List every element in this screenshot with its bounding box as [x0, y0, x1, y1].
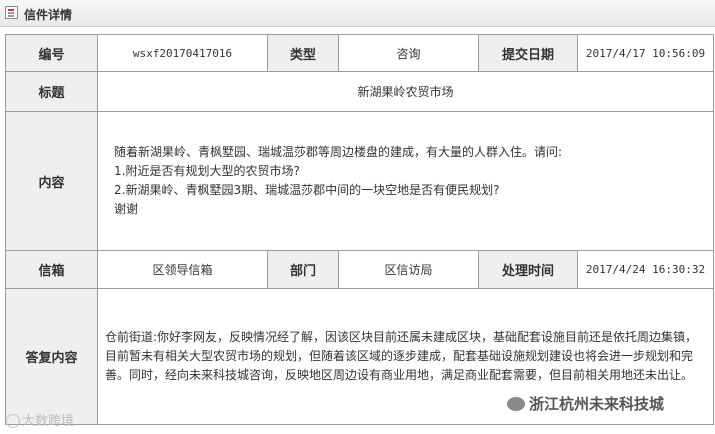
department-value: 区信访局 [338, 250, 479, 289]
table-row: 内容 随着新湖果岭、青枫墅园、瑞城温莎郡等周边楼盘的建成，有大量的人群入住。请问… [5, 111, 714, 251]
watermark-left: 大数跨境 [6, 410, 74, 429]
content-line: 随着新湖果岭、青枫墅园、瑞城温莎郡等周边楼盘的建成，有大量的人群入住。请问: [114, 145, 563, 159]
reply-label: 答复内容 [5, 288, 98, 425]
title-value: 新湖果岭农贸市场 [97, 71, 714, 112]
content-cell: 随着新湖果岭、青枫墅园、瑞城温莎郡等周边楼盘的建成，有大量的人群入住。请问: 1… [97, 111, 714, 251]
document-icon [5, 6, 18, 19]
watermark-right: 浙江杭州未来科技城 [507, 393, 664, 414]
content-line: 2.新湖果岭、青枫墅园3期、瑞城温莎郡中间的一块空地是否有便民规划? [114, 183, 500, 197]
table-row: 编号 wsxf20170417016 类型 咨询 提交日期 2017/4/17 … [5, 34, 714, 72]
watermark-left-text: 大数跨境 [22, 414, 75, 429]
handled-time-value: 2017/4/24 16:30:32 [577, 250, 714, 289]
letter-detail-table: 编号 wsxf20170417016 类型 咨询 提交日期 2017/4/17 … [5, 34, 714, 425]
id-value: wsxf20170417016 [97, 34, 268, 72]
mailbox-label: 信箱 [5, 250, 98, 289]
submit-date-label: 提交日期 [478, 34, 578, 72]
table-row: 信箱 区领导信箱 部门 区信访局 处理时间 2017/4/24 16:30:32 [5, 250, 714, 289]
panel-header: 信件详情 [0, 0, 715, 27]
content-label: 内容 [5, 111, 98, 251]
content-body: 随着新湖果岭、青枫墅园、瑞城温莎郡等周边楼盘的建成，有大量的人群入住。请问: 1… [98, 143, 713, 219]
handled-time-label: 处理时间 [478, 250, 578, 289]
submit-date-value: 2017/4/17 10:56:09 [577, 34, 714, 72]
type-label: 类型 [267, 34, 339, 72]
mailbox-value: 区领导信箱 [97, 250, 268, 289]
content-line: 谢谢 [114, 202, 139, 216]
department-label: 部门 [267, 250, 339, 289]
panel-title: 信件详情 [24, 8, 73, 22]
title-label: 标题 [5, 71, 98, 112]
watermark-right-text: 浙江杭州未来科技城 [529, 395, 665, 413]
table-row: 标题 新湖果岭农贸市场 [5, 71, 714, 112]
watermark-logo-icon [6, 414, 20, 428]
content-line: 1.附近是否有规划大型的农贸市场? [114, 164, 300, 178]
reply-body: 仓前街道:你好李网友，反映情况经了解，因该区块目前还属未建成区块，基础配套设施目… [105, 330, 698, 382]
type-value: 咨询 [338, 34, 479, 72]
id-label: 编号 [5, 34, 98, 72]
wechat-icon [507, 397, 525, 411]
